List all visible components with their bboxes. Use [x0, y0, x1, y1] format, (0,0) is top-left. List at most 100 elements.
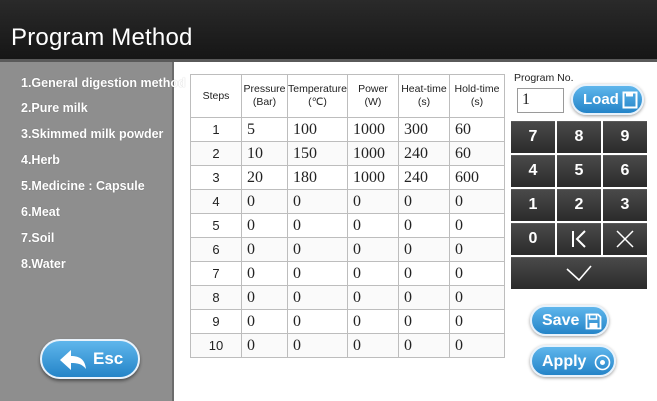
value-cell[interactable]: 0	[397, 189, 450, 214]
method-item[interactable]: 3.Skimmed milk powder	[21, 127, 163, 141]
program-number-field[interactable]: 1	[517, 88, 564, 113]
value-cell[interactable]: 0	[346, 285, 399, 310]
value-cell[interactable]: 1000	[346, 141, 399, 166]
value-cell[interactable]: 150	[287, 141, 348, 166]
value-cell[interactable]: 0	[287, 285, 348, 310]
value-cell[interactable]: 600	[448, 165, 505, 190]
backspace-key[interactable]	[557, 223, 601, 255]
value-cell[interactable]: 0	[241, 309, 288, 334]
value-cell[interactable]: 0	[287, 333, 348, 358]
title-bar: Program Method	[0, 0, 657, 62]
table-row: 800000	[190, 285, 505, 310]
step-number-cell: 7	[190, 261, 242, 286]
table-row: 700000	[190, 261, 505, 286]
method-item[interactable]: 7.Soil	[21, 231, 54, 245]
clear-key[interactable]	[603, 223, 647, 255]
table-header-row: Steps Pressure (Bar) Temperature (℃) Power…	[190, 74, 505, 118]
method-item[interactable]: 5.Medicine : Capsule	[21, 179, 145, 193]
value-cell[interactable]: 5	[241, 117, 288, 142]
column-header: Power (W)	[346, 74, 399, 118]
key-6[interactable]: 6	[603, 155, 647, 187]
table-row: 3 20 180 1000 240 600	[190, 165, 505, 190]
table-row: 600000	[190, 237, 505, 262]
column-header: Steps	[190, 74, 242, 118]
column-header: Hold-time (s)	[448, 74, 505, 118]
load-button[interactable]: Load	[571, 84, 644, 115]
column-header: Heat-time (s)	[397, 74, 450, 118]
step-number-cell: 5	[190, 213, 242, 238]
value-cell[interactable]: 0	[397, 237, 450, 262]
step-number-cell: 2	[190, 141, 242, 166]
method-item[interactable]: 8.Water	[21, 257, 66, 271]
sidebar: 1.General digestion method 2.Pure milk 3…	[0, 62, 186, 401]
confirm-key[interactable]	[511, 257, 647, 289]
value-cell[interactable]: 10	[241, 141, 288, 166]
method-item[interactable]: 2.Pure milk	[21, 101, 88, 115]
value-cell[interactable]: 0	[448, 309, 505, 334]
apply-button[interactable]: Apply	[530, 345, 616, 377]
value-cell[interactable]: 0	[448, 189, 505, 214]
value-cell[interactable]: 1000	[346, 165, 399, 190]
value-cell[interactable]: 0	[397, 309, 450, 334]
key-5[interactable]: 5	[557, 155, 601, 187]
value-cell[interactable]: 0	[448, 333, 505, 358]
value-cell[interactable]: 0	[346, 189, 399, 214]
method-item[interactable]: 6.Meat	[21, 205, 60, 219]
value-cell[interactable]: 1000	[346, 117, 399, 142]
value-cell[interactable]: 0	[397, 213, 450, 238]
table-row: 1 5 100 1000 300 60	[190, 117, 505, 142]
value-cell[interactable]: 180	[287, 165, 348, 190]
key-9[interactable]: 9	[603, 121, 647, 153]
value-cell[interactable]: 0	[346, 261, 399, 286]
step-number-cell: 1	[190, 117, 242, 142]
value-cell[interactable]: 0	[397, 333, 450, 358]
value-cell[interactable]: 20	[241, 165, 288, 190]
backspace-icon	[569, 230, 589, 248]
value-cell[interactable]: 0	[448, 237, 505, 262]
column-header: Pressure (Bar)	[241, 74, 288, 118]
value-cell[interactable]: 0	[346, 213, 399, 238]
value-cell[interactable]: 60	[448, 141, 505, 166]
value-cell[interactable]: 0	[448, 261, 505, 286]
value-cell[interactable]: 100	[287, 117, 348, 142]
value-cell[interactable]: 0	[287, 261, 348, 286]
esc-button[interactable]: Esc	[40, 339, 140, 379]
value-cell[interactable]: 60	[448, 117, 505, 142]
key-4[interactable]: 4	[511, 155, 555, 187]
value-cell[interactable]: 0	[346, 237, 399, 262]
value-cell[interactable]: 0	[397, 261, 450, 286]
apply-target-icon	[594, 354, 611, 376]
value-cell[interactable]: 0	[346, 333, 399, 358]
load-file-icon	[622, 91, 638, 114]
value-cell[interactable]: 0	[241, 261, 288, 286]
value-cell[interactable]: 240	[397, 141, 450, 166]
value-cell[interactable]: 0	[241, 237, 288, 262]
value-cell[interactable]: 0	[448, 213, 505, 238]
key-2[interactable]: 2	[557, 189, 601, 221]
value-cell[interactable]: 300	[397, 117, 450, 142]
value-cell[interactable]: 0	[346, 309, 399, 334]
value-cell[interactable]: 0	[241, 333, 288, 358]
method-item[interactable]: 4.Herb	[21, 153, 60, 167]
save-button[interactable]: Save	[530, 305, 609, 336]
value-cell[interactable]: 0	[241, 285, 288, 310]
value-cell[interactable]: 0	[241, 213, 288, 238]
key-3[interactable]: 3	[603, 189, 647, 221]
value-cell[interactable]: 240	[397, 165, 450, 190]
method-item[interactable]: 1.General digestion method	[21, 76, 186, 90]
key-1[interactable]: 1	[511, 189, 555, 221]
page-title: Program Method	[11, 24, 193, 51]
apply-label: Apply	[542, 353, 587, 370]
value-cell[interactable]: 0	[241, 189, 288, 214]
value-cell[interactable]: 0	[287, 309, 348, 334]
value-cell[interactable]: 0	[287, 189, 348, 214]
load-label: Load	[583, 91, 619, 108]
value-cell[interactable]: 0	[287, 213, 348, 238]
save-disk-icon	[585, 313, 602, 335]
value-cell[interactable]: 0	[287, 237, 348, 262]
key-0[interactable]: 0	[511, 223, 555, 255]
key-7[interactable]: 7	[511, 121, 555, 153]
key-8[interactable]: 8	[557, 121, 601, 153]
value-cell[interactable]: 0	[448, 285, 505, 310]
value-cell[interactable]: 0	[397, 285, 450, 310]
